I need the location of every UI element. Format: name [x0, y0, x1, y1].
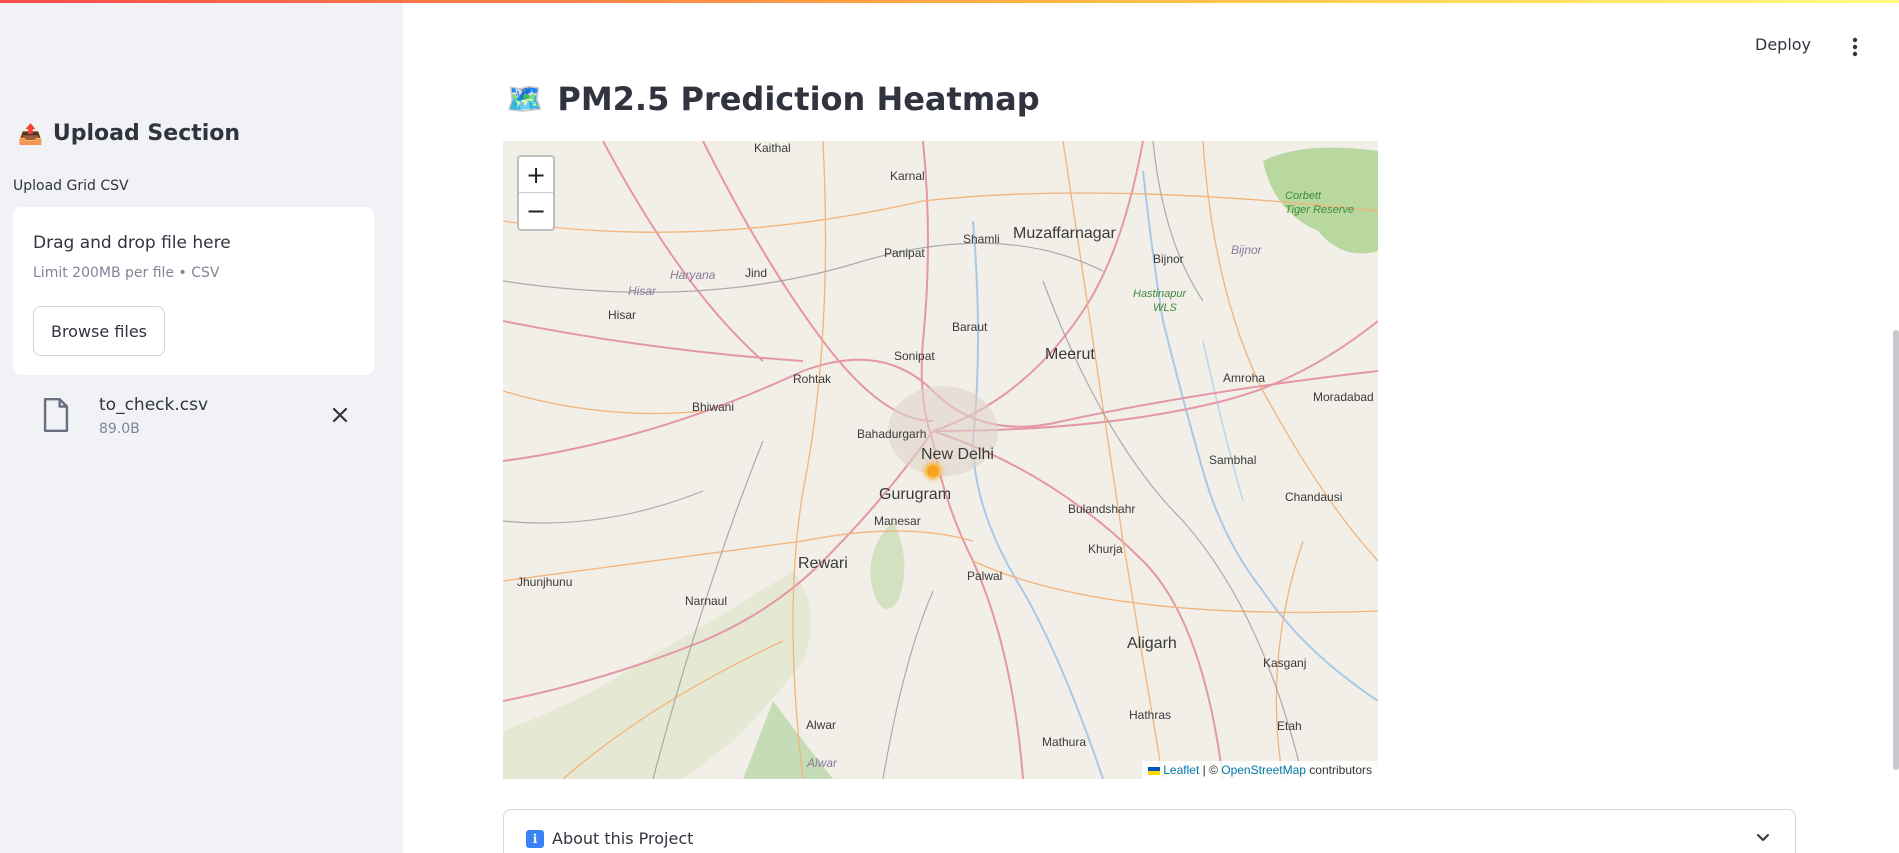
map-label-amroha: Amroha: [1223, 371, 1266, 385]
map-label-alwar-district: Alwar: [807, 756, 838, 770]
page-title-text: PM2.5 Prediction Heatmap: [557, 80, 1040, 118]
map-label-manesar: Manesar: [874, 514, 921, 528]
map-label-bhiwani: Bhiwani: [692, 400, 735, 414]
map-label-hathras: Hathras: [1129, 708, 1172, 722]
deploy-button[interactable]: Deploy: [1755, 35, 1811, 54]
map-label-hisar-district: Hisar: [628, 284, 657, 298]
map-label-hisar: Hisar: [608, 308, 637, 322]
info-icon: i: [526, 829, 544, 848]
map-label-haryana: Haryana: [670, 268, 716, 282]
map-label-rohtak: Rohtak: [793, 372, 832, 386]
map-label-mathura: Mathura: [1042, 735, 1087, 749]
sidebar-section-title: 📤 Upload Section: [18, 121, 240, 146]
attribution-separator: | ©: [1199, 763, 1222, 777]
close-icon: [332, 407, 348, 423]
map-label-tiger-reserve: Tiger Reserve: [1285, 204, 1354, 216]
heatmap-map[interactable]: + − Kaithal Karnal Shamli Muzaffarnagar …: [503, 141, 1378, 779]
map-label-narnaul: Narnaul: [685, 594, 728, 608]
dropzone-title: Drag and drop file here: [33, 233, 231, 253]
map-label-aligarh: Aligarh: [1127, 635, 1177, 652]
attribution-contributors: contributors: [1305, 763, 1372, 777]
vertical-dots-icon[interactable]: [1848, 36, 1862, 58]
pm25-heat-point[interactable]: [925, 463, 941, 479]
map-label-meerut: Meerut: [1045, 346, 1095, 363]
map-label-etah: Etah: [1277, 719, 1302, 733]
map-label-gurugram: Gurugram: [879, 486, 952, 503]
dropzone-limit-text: Limit 200MB per file • CSV: [33, 265, 220, 281]
upload-tray-icon: 📤: [18, 121, 43, 146]
leaflet-link[interactable]: Leaflet: [1163, 763, 1199, 777]
map-label-alwar: Alwar: [806, 718, 837, 732]
expander-label: About this Project: [552, 829, 694, 848]
map-label-bijnor: Bijnor: [1153, 252, 1184, 266]
sidebar: 📤 Upload Section Upload Grid CSV Drag an…: [0, 0, 403, 853]
map-label-khurja: Khurja: [1088, 542, 1123, 556]
file-dropzone[interactable]: Drag and drop file here Limit 200MB per …: [13, 207, 374, 375]
map-label-muzaffarnagar: Muzaffarnagar: [1013, 225, 1116, 242]
top-accent-bar: [0, 0, 1899, 3]
uploaded-file-name: to_check.csv: [99, 395, 209, 415]
map-label-hastinapur: Hastinapur: [1133, 288, 1187, 300]
uploaded-file-size: 89.0B: [99, 421, 140, 437]
map-label-sonipat: Sonipat: [894, 349, 935, 363]
map-label-kasganj: Kasganj: [1263, 656, 1307, 670]
expander-header: i About this Project: [526, 829, 693, 848]
map-label-palwal: Palwal: [967, 569, 1003, 583]
map-attribution: Leaflet | © OpenStreetMap contributors: [1142, 761, 1378, 779]
ukraine-flag-icon: [1148, 766, 1161, 775]
map-label-moradabad: Moradabad: [1313, 390, 1374, 404]
map-label-bijnor-district: Bijnor: [1231, 243, 1262, 257]
map-label-wls: WLS: [1153, 302, 1177, 314]
world-map-icon: 🗺️: [506, 81, 544, 117]
zoom-control: + −: [517, 155, 555, 231]
map-label-bulandshahr: Bulandshahr: [1068, 502, 1136, 516]
map-label-bahadurgarh: Bahadurgarh: [857, 427, 927, 441]
upload-field-label: Upload Grid CSV: [13, 178, 129, 194]
sidebar-section-title-text: Upload Section: [52, 121, 241, 146]
openstreetmap-link[interactable]: OpenStreetMap: [1221, 763, 1306, 777]
map-label-kaithal: Kaithal: [754, 141, 791, 155]
page-title: 🗺️ PM2.5 Prediction Heatmap: [506, 80, 1040, 118]
map-label-chandausi: Chandausi: [1285, 490, 1343, 504]
zoom-out-button[interactable]: −: [519, 193, 553, 229]
about-project-expander[interactable]: i About this Project: [503, 809, 1796, 853]
page-scrollbar[interactable]: [1893, 330, 1899, 770]
map-label-rewari: Rewari: [798, 555, 848, 572]
remove-file-button[interactable]: [329, 404, 351, 426]
uploaded-file-item: to_check.csv 89.0B: [13, 390, 374, 446]
browse-files-button[interactable]: Browse files: [33, 306, 165, 356]
file-icon: [43, 398, 69, 432]
map-label-shamli: Shamli: [963, 232, 1000, 246]
map-label-corbett: Corbett: [1285, 190, 1322, 202]
map-label-karnal: Karnal: [890, 169, 925, 183]
zoom-in-button[interactable]: +: [519, 157, 553, 193]
map-label-jhunjhunu: Jhunjhunu: [517, 575, 573, 589]
chevron-down-icon: [1757, 834, 1769, 841]
map-label-panipat: Panipat: [884, 246, 925, 260]
map-label-jind: Jind: [745, 266, 768, 280]
map-label-sambhal: Sambhal: [1209, 453, 1257, 467]
map-label-baraut: Baraut: [952, 320, 988, 334]
map-label-new-delhi: New Delhi: [921, 446, 994, 463]
